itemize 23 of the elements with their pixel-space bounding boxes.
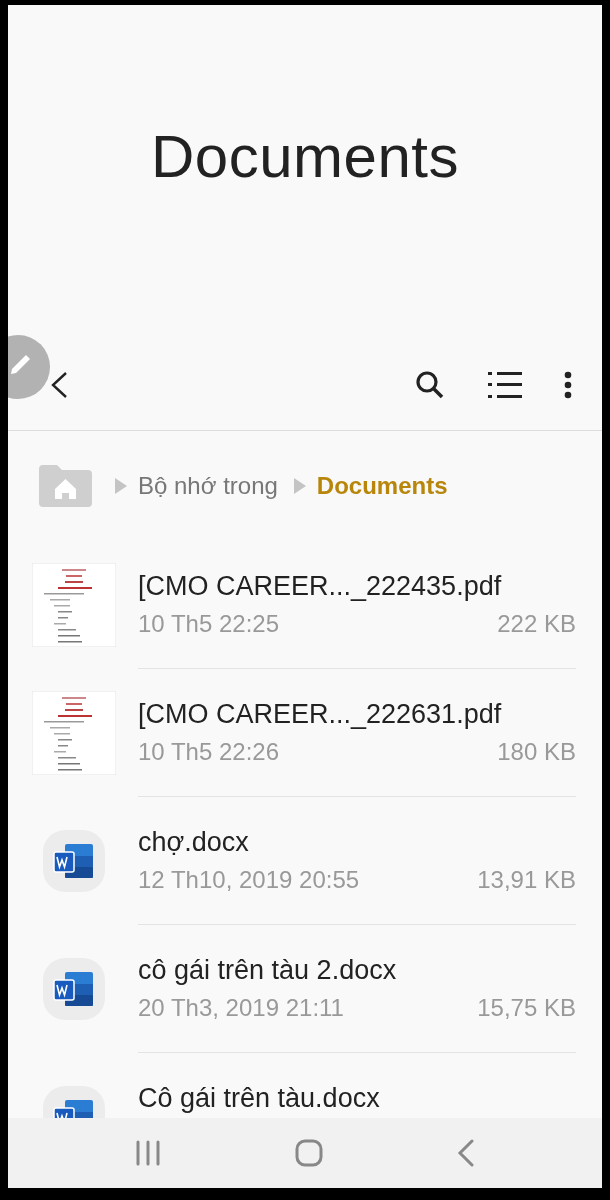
chevron-icon	[293, 478, 306, 494]
file-name: chợ.docx	[138, 827, 250, 858]
chevron-icon	[115, 478, 127, 494]
word-document-icon	[43, 958, 105, 1020]
file-row[interactable]: [CMO CAREER..._222631.pdf 10 Th5 22:26 180 KB	[8, 669, 602, 797]
file-size: 15,75 KB	[477, 994, 576, 1022]
page-title: Documents	[151, 122, 459, 191]
file-row[interactable]: chợ.docx 12 Th10, 2019 20:55 13,91 KB	[8, 797, 602, 925]
file-name: [CMO CAREER..._222435.pdf	[138, 571, 503, 602]
file-name: [CMO CAREER..._222631.pdf	[138, 699, 503, 730]
file-size: 180 KB	[497, 738, 576, 766]
file-row[interactable]: [CMO CAREER..._222435.pdf 10 Th5 22:25 222 KB	[8, 541, 602, 669]
breadcrumb-item[interactable]: Bộ nhớ trong	[138, 472, 278, 500]
file-date: 10 Th5 22:25	[138, 610, 279, 638]
file-date: 10 Th5 22:26	[138, 738, 279, 766]
file-name: cô gái trên tàu 2.docx	[138, 955, 398, 986]
file-name: Cô gái trên tàu.docx	[138, 1083, 381, 1114]
file-date: 12 Th10, 2019 20:55	[138, 866, 360, 894]
file-row[interactable]: cô gái trên tàu 2.docx 20 Th3, 2019 21:11 15,75 KB	[8, 925, 602, 1053]
word-document-icon	[43, 830, 105, 892]
file-size: 222 KB	[497, 610, 576, 638]
file-date: 20 Th3, 2019 21:11	[138, 994, 344, 1022]
file-size: 13,91 KB	[477, 866, 576, 894]
